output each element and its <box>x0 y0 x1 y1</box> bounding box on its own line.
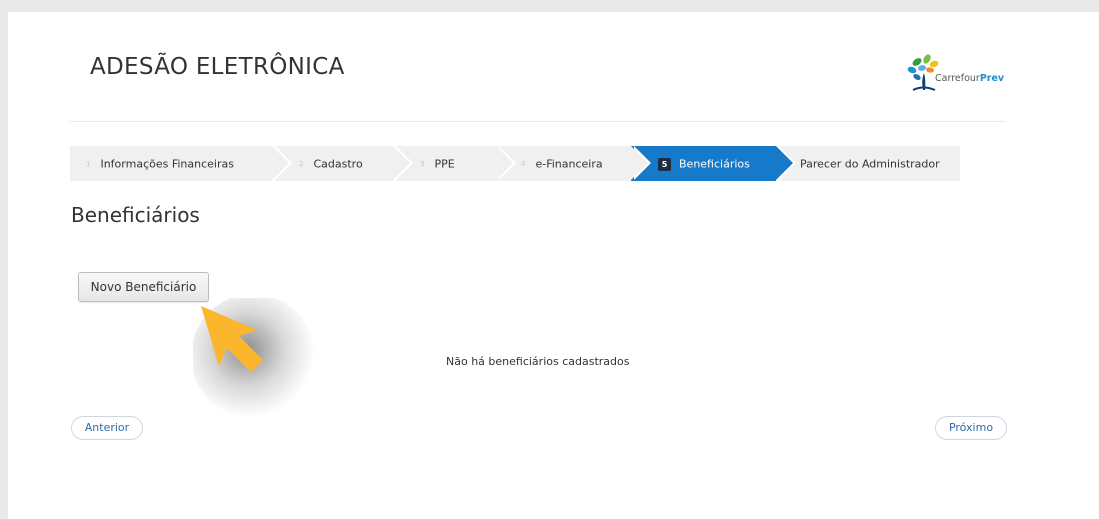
novo-beneficiario-button[interactable]: Novo Beneficiário <box>78 272 209 302</box>
mouse-cursor-icon <box>191 294 323 428</box>
step-number: 3 <box>420 159 425 168</box>
step-label: PPE <box>434 157 455 171</box>
anterior-button[interactable]: Anterior <box>71 416 143 440</box>
header-divider <box>70 121 1006 122</box>
page-header-title: ADESÃO ELETRÔNICA <box>90 54 345 80</box>
step-label: Informações Financeiras <box>100 157 234 171</box>
step-number: 5 <box>658 157 671 171</box>
step-label: Parecer do Administrador <box>800 157 940 171</box>
step-number: 2 <box>299 159 304 168</box>
logo-text: CarrefourPrev <box>935 73 1005 84</box>
step-beneficiarios[interactable]: 5 Beneficiários <box>631 146 796 181</box>
step-cadastro[interactable]: 2 Cadastro <box>275 146 413 181</box>
page-title: Beneficiários <box>71 203 200 227</box>
proximo-button[interactable]: Próximo <box>935 416 1007 440</box>
step-parecer-do-administrador[interactable]: Parecer do Administrador <box>780 146 960 181</box>
step-label: e-Financeira <box>535 157 603 171</box>
main-card: ADESÃO ELETRÔNICA CarrefourPrev 1 Informa… <box>8 12 1099 519</box>
step-label: Beneficiários <box>679 157 750 171</box>
step-number: 4 <box>521 159 526 168</box>
wizard-steps: 1 Informações Financeiras 2 Cadastro 3 PPE … <box>70 146 960 181</box>
empty-state-message: Não há beneficiários cadastrados <box>446 355 630 368</box>
step-label: Cadastro <box>313 157 363 171</box>
carrefourprev-logo-icon: CarrefourPrev <box>901 50 1011 100</box>
step-informacoes-financeiras[interactable]: 1 Informações Financeiras <box>70 146 292 181</box>
step-number: 1 <box>86 159 91 168</box>
